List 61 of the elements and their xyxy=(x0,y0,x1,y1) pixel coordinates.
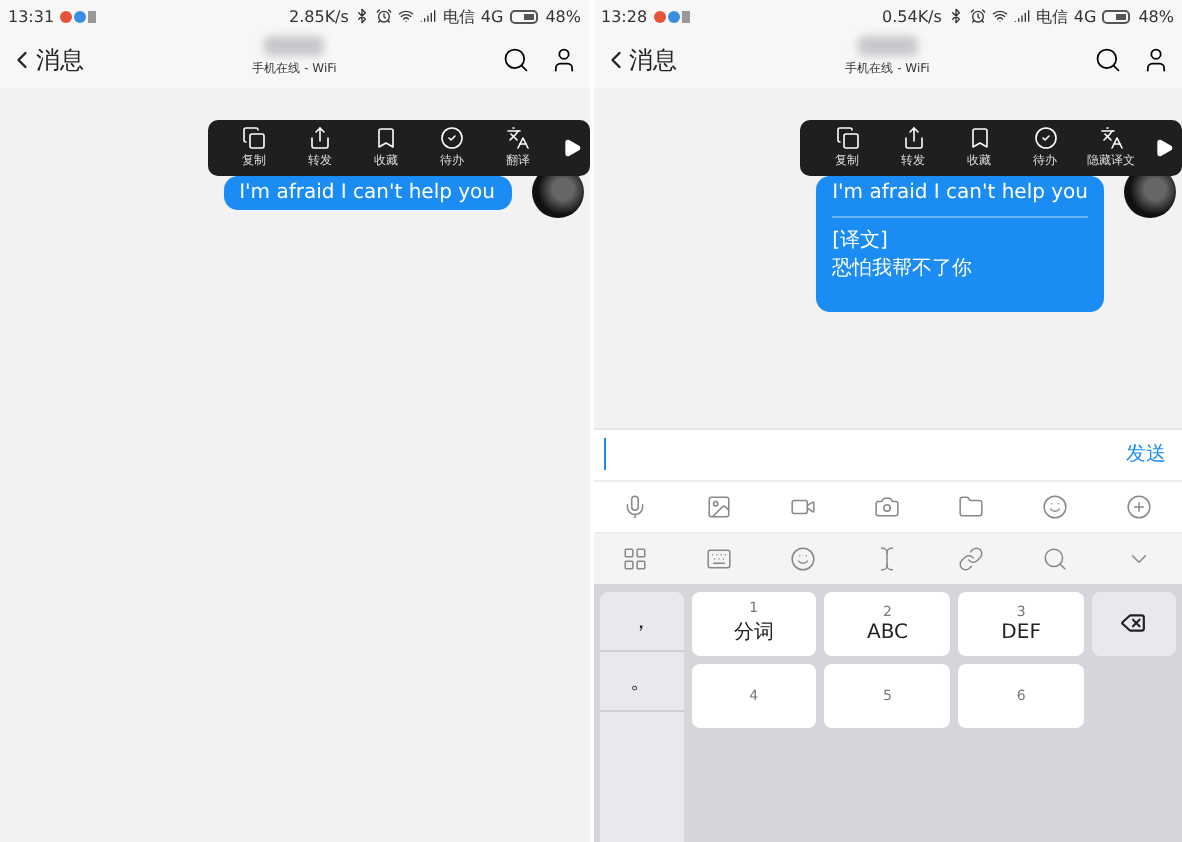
link-icon[interactable] xyxy=(958,545,985,571)
network-speed: 0.54K/s xyxy=(882,7,942,25)
wifi-icon xyxy=(398,8,415,24)
network-type: 4G xyxy=(1073,7,1097,25)
bluetooth-icon xyxy=(354,8,371,24)
translation-label: [译文] xyxy=(832,227,890,254)
translation-text: 恐怕我帮不了你 xyxy=(832,255,975,282)
share-icon xyxy=(308,126,332,150)
image-icon[interactable] xyxy=(706,493,733,519)
carrier-label: 电信 xyxy=(1035,5,1068,27)
folder-icon[interactable] xyxy=(958,493,985,519)
bluetooth-icon xyxy=(947,8,964,24)
plus-circle-icon[interactable] xyxy=(1126,493,1153,519)
send-button[interactable]: 发送 xyxy=(1126,440,1166,468)
check-circle-icon xyxy=(440,126,464,150)
play-icon[interactable] xyxy=(561,138,581,158)
emoji-icon[interactable] xyxy=(790,545,817,571)
battery-icon xyxy=(1102,9,1133,23)
network-speed: 2.85K/s xyxy=(289,7,349,25)
alarm-icon xyxy=(969,8,986,24)
backspace-key[interactable] xyxy=(1091,591,1176,655)
battery-percent: 48% xyxy=(1138,7,1174,25)
back-button[interactable]: 消息 xyxy=(8,43,84,77)
check-circle-icon xyxy=(1033,126,1057,150)
blurred-name xyxy=(264,36,325,56)
search-icon[interactable] xyxy=(501,46,529,74)
carrier-label: 电信 xyxy=(442,5,475,27)
copy-icon xyxy=(835,126,859,150)
emoji-icon[interactable] xyxy=(1042,493,1069,519)
alarm-icon xyxy=(376,8,393,24)
blurred-name xyxy=(857,36,918,56)
grid-icon[interactable] xyxy=(622,545,649,571)
keyboard-icon[interactable] xyxy=(706,545,733,571)
copy-icon xyxy=(242,126,266,150)
signal-icon xyxy=(420,8,437,24)
status-time: 13:31 xyxy=(8,7,55,25)
search-icon[interactable] xyxy=(1094,46,1122,74)
bookmark-icon xyxy=(374,126,398,150)
wifi-icon xyxy=(991,8,1008,24)
network-type: 4G xyxy=(480,7,504,25)
microphone-icon[interactable] xyxy=(622,493,649,519)
punctuation-key[interactable]: 。 xyxy=(599,651,683,711)
play-icon[interactable] xyxy=(1154,138,1174,158)
notification-icon xyxy=(60,9,97,23)
message-text: I'm afraid I can't help you xyxy=(832,182,1088,204)
signal-icon xyxy=(1013,8,1030,24)
backspace-icon xyxy=(1120,610,1147,636)
share-icon xyxy=(901,126,925,150)
back-button[interactable]: 消息 xyxy=(601,43,677,77)
profile-icon[interactable] xyxy=(549,46,577,74)
camera-icon[interactable] xyxy=(874,493,901,519)
punctuation-key[interactable]: ， xyxy=(599,591,683,651)
battery-icon xyxy=(509,9,540,23)
notification-icon xyxy=(653,9,690,23)
bookmark-icon xyxy=(967,126,991,150)
status-time: 13:28 xyxy=(601,7,648,25)
battery-percent: 48% xyxy=(545,7,581,25)
message-text: I'm afraid I can't help you xyxy=(239,182,495,204)
translate-icon xyxy=(506,126,530,150)
profile-icon[interactable] xyxy=(1142,46,1170,74)
translate-icon xyxy=(1099,126,1123,150)
